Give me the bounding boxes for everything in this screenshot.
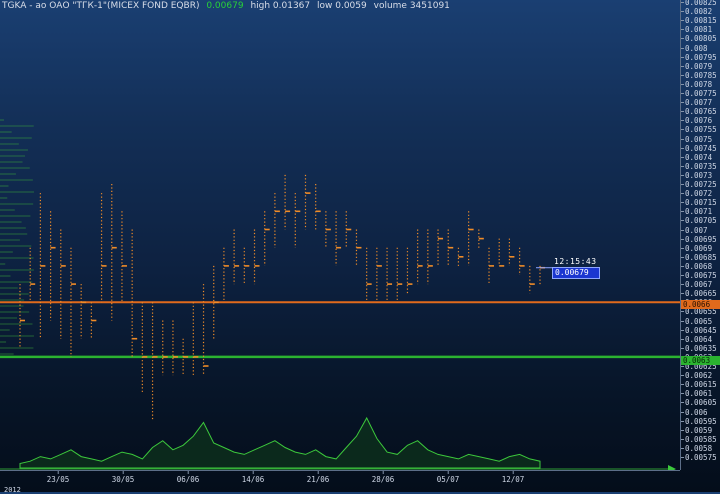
price-tick: 0.00725 xyxy=(681,180,717,189)
price-tick: 0.0076 xyxy=(680,116,713,126)
price-tick: 0.0071 xyxy=(680,207,713,217)
time-tick: 23/05 xyxy=(46,471,70,484)
green-level-marker: 0.0063 xyxy=(681,356,720,365)
price-tick: 0.0068 xyxy=(680,261,713,271)
time-tick: 12/07 xyxy=(501,471,525,484)
price-tick: 0.0069 xyxy=(680,243,713,253)
time-tick: 14/06 xyxy=(241,471,265,484)
price-tick: 0.006 xyxy=(681,407,708,417)
price-tick: 0.0081 xyxy=(680,25,713,35)
price-tick: 0.0074 xyxy=(680,152,713,162)
chart-plot-area[interactable] xyxy=(0,0,680,470)
price-tick: 0.00575 xyxy=(681,453,717,462)
time-tick: 30/05 xyxy=(111,471,135,484)
price-tick: 0.0078 xyxy=(680,79,713,89)
price-tick: 0.00815 xyxy=(681,16,717,26)
price-tick: 0.0077 xyxy=(680,98,713,108)
price-tick: 0.0073 xyxy=(680,170,713,180)
price-tick: 0.0065 xyxy=(680,316,713,326)
price-tick: 0.00685 xyxy=(681,252,717,262)
price-tick: 0.00765 xyxy=(681,107,717,117)
current-time: 12:15:43 xyxy=(554,257,597,266)
price-tick: 0.00775 xyxy=(681,89,717,98)
price-tick: 0.00635 xyxy=(681,343,717,353)
price-tick: 0.00805 xyxy=(681,34,717,44)
year-label: 2012 xyxy=(4,486,21,494)
price-tick: 0.0058 xyxy=(680,443,713,453)
current-price-label: 12:15:43 0.00679 xyxy=(552,257,600,279)
price-tick: 0.0064 xyxy=(680,334,713,344)
price-tick: 0.0059 xyxy=(680,425,713,435)
orange-level-marker: 0.0066 xyxy=(681,300,720,309)
price-tick: 0.0067 xyxy=(680,280,713,290)
price-tick: 0.00595 xyxy=(681,416,717,426)
price-tick: 0.00745 xyxy=(681,143,717,153)
time-tick: 06/06 xyxy=(176,471,200,484)
current-price: 0.00679 xyxy=(552,267,600,279)
price-tick: 0.0075 xyxy=(680,134,713,144)
price-tick: 0.00755 xyxy=(681,125,717,135)
price-tick: 0.00585 xyxy=(681,434,717,444)
time-axis[interactable]: 23/05 30/05 06/06 14/06 21/06 28/06 05/07 12/07 xyxy=(0,470,680,493)
price-tick: 0.00825 xyxy=(681,0,717,7)
price-tick: 0.00615 xyxy=(681,380,717,390)
price-tick: 0.00715 xyxy=(681,198,717,208)
price-tick: 0.0082 xyxy=(680,7,713,17)
price-tick: 0.0062 xyxy=(680,371,713,381)
price-tick: 0.00795 xyxy=(681,52,717,62)
time-tick: 28/06 xyxy=(371,471,395,484)
price-axis[interactable]: 0.00825 0.0082 0.00815 0.0081 0.00805 0.008 0.… xyxy=(680,0,720,470)
price-tick: 0.00665 xyxy=(681,289,717,299)
price-tick: 0.0072 xyxy=(680,189,713,199)
price-tick: 0.00605 xyxy=(681,398,717,408)
price-tick: 0.0061 xyxy=(680,389,713,399)
price-tick: 0.00695 xyxy=(681,234,717,244)
time-tick: 05/07 xyxy=(436,471,460,484)
price-tick: 0.00675 xyxy=(681,271,717,280)
time-tick: 21/06 xyxy=(306,471,330,484)
price-tick: 0.00785 xyxy=(681,70,717,80)
price-tick: 0.00645 xyxy=(681,325,717,335)
price-tick: 0.008 xyxy=(681,43,708,53)
price-tick: 0.00705 xyxy=(681,216,717,226)
price-tick: 0.00735 xyxy=(681,161,717,171)
volume-area xyxy=(19,416,541,469)
price-chart-svg[interactable] xyxy=(0,0,680,470)
price-tick: 0.0079 xyxy=(680,61,713,71)
price-tick: 0.007 xyxy=(681,225,708,235)
